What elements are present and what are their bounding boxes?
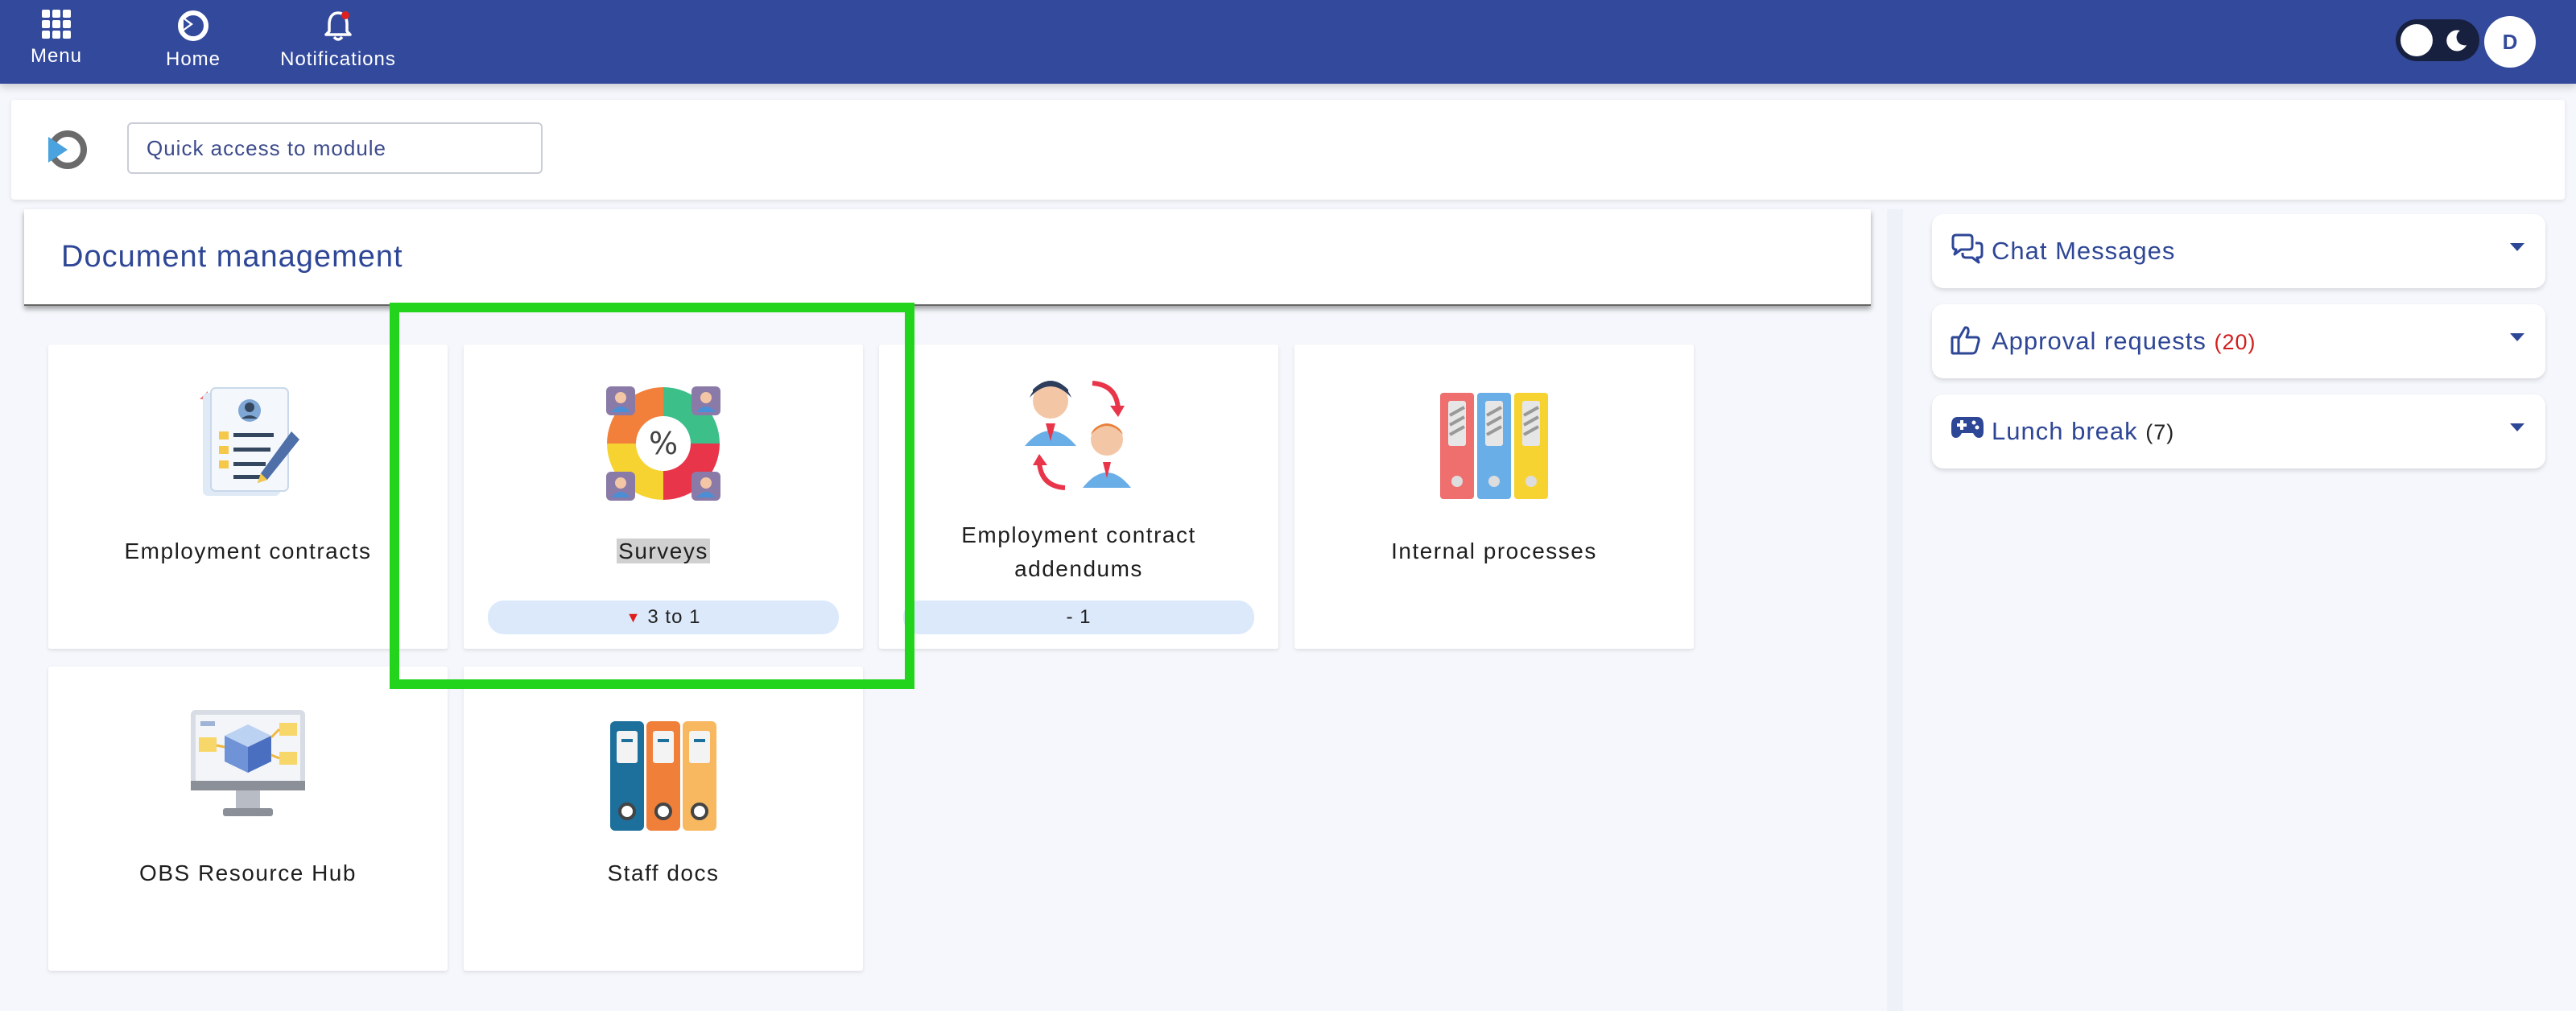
home-button[interactable]: Home [153, 8, 233, 76]
module-label: Employment contract addendums [961, 522, 1196, 581]
home-label: Home [165, 48, 221, 70]
notifications-button[interactable]: Notifications [270, 8, 406, 76]
lunch-break-count: (7) [2145, 420, 2175, 444]
module-card-obs-resource-hub[interactable]: OBS Resource Hub [48, 666, 448, 971]
badge-text: 3 to 1 [647, 606, 701, 628]
gamepad-icon [1951, 417, 1984, 438]
toggle-knob [2401, 24, 2433, 56]
menu-label: Menu [30, 45, 83, 67]
section-title: Document management [61, 240, 403, 274]
caret-down-icon [2510, 333, 2524, 341]
bell-icon [324, 11, 352, 41]
contract-exchange-icon [1025, 381, 1131, 490]
badge-text: - 1 [1066, 606, 1092, 628]
module-card-surveys[interactable]: % Surveys ▼ 3 to 1 [464, 345, 863, 649]
dark-mode-toggle[interactable] [2396, 19, 2479, 61]
app-logo-icon [48, 130, 87, 169]
home-logo-icon [178, 10, 208, 41]
quick-access-bar [11, 100, 2565, 200]
status-badge: - 1 [903, 600, 1254, 634]
menu-button[interactable]: Menu [18, 8, 95, 76]
module-card-internal-processes[interactable]: Internal processes [1294, 345, 1694, 649]
module-label: Employment contracts [124, 539, 372, 563]
top-navigation-bar: Menu Home Notifications D [0, 0, 2576, 84]
panel-label: Chat Messages [1992, 237, 2176, 265]
module-card-employment-contract-addendums[interactable]: Employment contract addendums - 1 [879, 345, 1278, 649]
folders-icon [610, 721, 716, 831]
caret-down-icon [2510, 243, 2524, 251]
panel-label: Approval requests [1992, 327, 2207, 355]
chat-messages-panel[interactable]: Chat Messages [1932, 214, 2545, 288]
status-badge: ▼ 3 to 1 [488, 600, 839, 634]
user-avatar[interactable]: D [2484, 16, 2536, 68]
grid-menu-icon [42, 10, 71, 39]
thumbs-up-icon [1951, 326, 1980, 355]
module-label: OBS Resource Hub [139, 860, 357, 885]
notifications-label: Notifications [280, 48, 396, 70]
down-triangle-icon: ▼ [625, 609, 642, 625]
contract-document-icon [200, 387, 299, 496]
panel-label: Lunch break [1992, 417, 2138, 445]
monitor-cube-icon [191, 710, 305, 816]
module-card-staff-docs[interactable]: Staff docs [464, 666, 863, 971]
moon-icon [2446, 30, 2467, 52]
approval-count: (20) [2214, 330, 2256, 354]
quick-access-input[interactable] [127, 122, 543, 174]
right-column-divider [1887, 209, 1903, 1011]
module-label: Internal processes [1391, 539, 1597, 563]
binders-icon [1440, 393, 1548, 499]
survey-icon: % [606, 386, 720, 501]
chat-icon [1951, 233, 1984, 264]
lunch-break-panel[interactable]: Lunch break (7) [1932, 394, 2545, 468]
svg-text:%: % [649, 426, 678, 461]
section-header: Document management [24, 209, 1871, 306]
module-label: Staff docs [607, 860, 720, 885]
caret-down-icon [2510, 423, 2524, 431]
approval-requests-panel[interactable]: Approval requests (20) [1932, 304, 2545, 378]
module-card-employment-contracts[interactable]: Employment contracts [48, 345, 448, 649]
module-label: Surveys [617, 539, 710, 563]
